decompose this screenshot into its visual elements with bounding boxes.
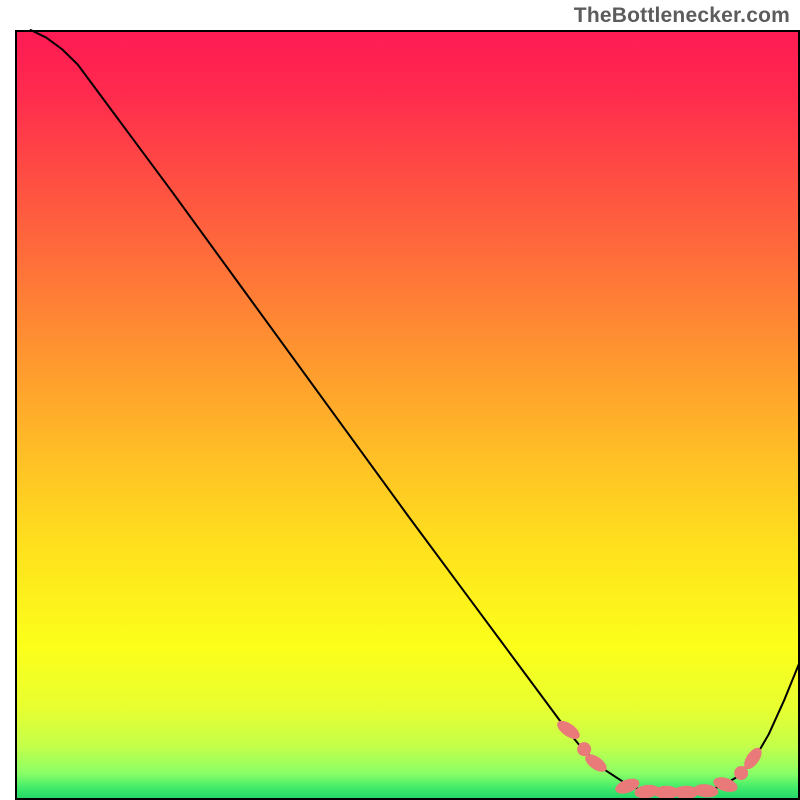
- chart-canvas: [0, 0, 800, 800]
- chart-root: TheBottlenecker.com: [0, 0, 800, 800]
- curve-marker: [577, 742, 591, 756]
- watermark-text: TheBottlenecker.com: [574, 4, 790, 28]
- plot-background: [15, 30, 800, 800]
